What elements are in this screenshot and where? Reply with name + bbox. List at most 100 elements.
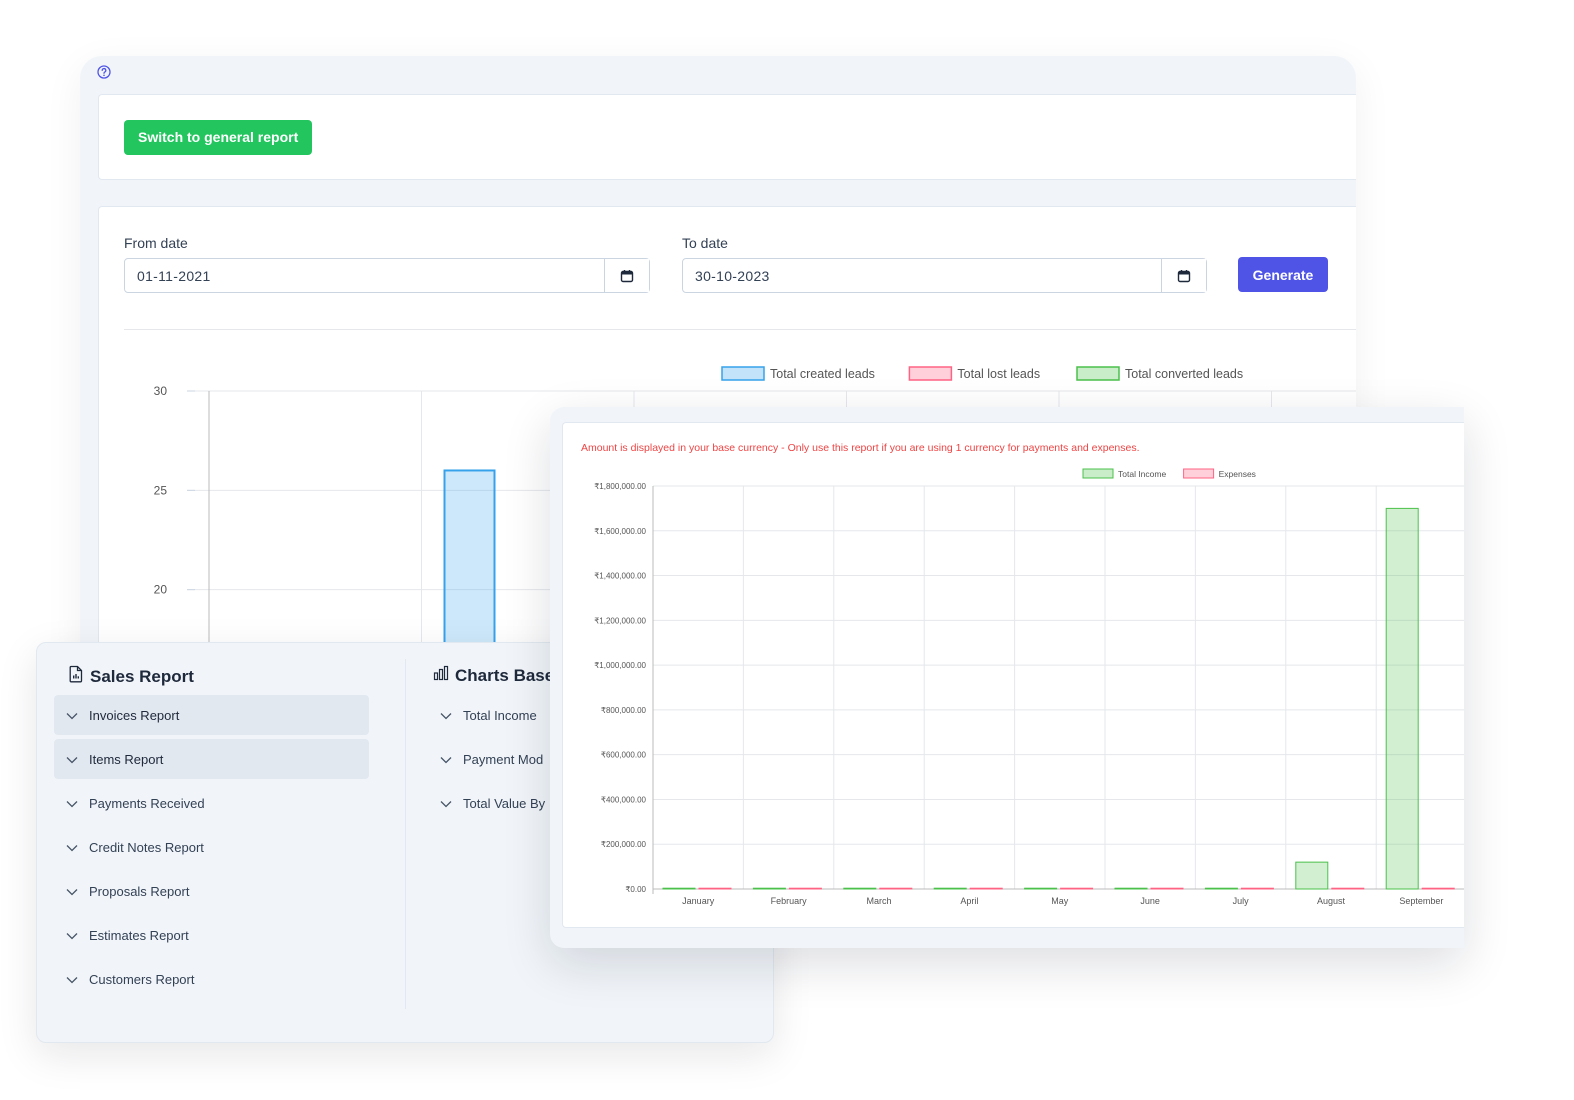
expenses-bar	[1331, 887, 1365, 890]
to-date-field	[682, 258, 1207, 293]
sales-report-item[interactable]: Invoices Report	[54, 695, 369, 735]
x-tick-label: February	[771, 896, 808, 906]
expenses-bar	[1150, 887, 1184, 890]
expenses-bar	[698, 887, 732, 890]
sales-report-item[interactable]: Credit Notes Report	[54, 827, 369, 867]
calendar-icon[interactable]	[604, 259, 649, 292]
from-date-label: From date	[124, 235, 188, 251]
expenses-bar	[1240, 887, 1274, 890]
y-tick-label: 20	[154, 583, 168, 597]
charts-based-item-label: Total Income	[463, 707, 537, 723]
x-tick-label: May	[1051, 896, 1069, 906]
income-bar	[1385, 507, 1419, 890]
chevron-down-icon	[440, 708, 452, 723]
from-date-input[interactable]	[125, 259, 604, 292]
column-divider	[405, 659, 406, 1009]
sales-report-title: Sales Report	[90, 666, 194, 686]
income-bar	[1114, 887, 1148, 890]
y-tick-label: 25	[154, 483, 168, 497]
y-tick-label: ₹1,600,000.00	[594, 527, 646, 536]
sales-report-item-label: Customers Report	[89, 971, 195, 987]
charts-based-item-label: Total Value By	[463, 795, 546, 811]
file-report-icon	[68, 665, 84, 688]
legend-label: Expenses	[1219, 469, 1256, 479]
income-bar	[843, 887, 877, 890]
legend-label: Total Income	[1118, 469, 1166, 479]
income-report-window: Amount is displayed in your base currenc…	[550, 407, 1464, 948]
income-bar	[662, 887, 696, 890]
x-tick-label: March	[866, 896, 891, 906]
y-tick-label: ₹0.00	[625, 885, 646, 894]
income-chart-card: Amount is displayed in your base currenc…	[562, 422, 1464, 928]
to-date-label: To date	[682, 235, 728, 251]
y-tick-label: ₹1,400,000.00	[594, 572, 646, 581]
x-tick-label: August	[1317, 896, 1346, 906]
charts-based-item-label: Payment Mod	[463, 751, 544, 767]
legend-swatch	[1183, 468, 1215, 479]
y-tick-label: ₹1,800,000.00	[594, 482, 646, 491]
chevron-down-icon	[66, 752, 78, 767]
sales-report-item-label: Payments Received	[89, 795, 205, 811]
sales-report-item-label: Proposals Report	[89, 883, 190, 899]
y-tick-label: ₹1,200,000.00	[594, 616, 646, 625]
sales-report-item-label: Invoices Report	[89, 707, 180, 723]
question-circle-icon[interactable]	[97, 65, 111, 79]
sales-report-item-label: Estimates Report	[89, 927, 189, 943]
sales-report-item[interactable]: Customers Report	[54, 959, 369, 999]
bar-chart-icon	[433, 665, 449, 686]
x-tick-label: April	[960, 896, 978, 906]
chevron-down-icon	[66, 708, 78, 723]
y-tick-label: ₹400,000.00	[601, 795, 647, 804]
x-tick-label: July	[1233, 896, 1250, 906]
legend-swatch	[1076, 366, 1120, 381]
chevron-down-icon	[66, 884, 78, 899]
y-tick-label: ₹200,000.00	[601, 840, 647, 849]
legend-label: Total lost leads	[957, 367, 1040, 381]
sales-report-heading: Sales Report	[68, 665, 194, 688]
expenses-bar	[879, 887, 913, 890]
legend-label: Total converted leads	[1125, 367, 1243, 381]
switch-to-general-report-button[interactable]: Switch to general report	[124, 120, 313, 155]
sales-report-item[interactable]: Proposals Report	[54, 871, 369, 911]
income-bar	[1024, 887, 1058, 890]
income-expenses-bar-chart: ₹0.00 ₹200,000.00 ₹400,000.00 ₹600,000.00 ₹8…	[594, 468, 1464, 906]
sales-report-item[interactable]: Payments Received	[54, 783, 369, 823]
income-bar	[933, 887, 967, 890]
sales-report-item[interactable]: Estimates Report	[54, 915, 369, 955]
to-date-input[interactable]	[683, 259, 1161, 292]
x-tick-label: September	[1399, 896, 1443, 906]
legend-swatch	[1082, 468, 1114, 479]
income-bar	[752, 887, 786, 890]
switch-report-card: Switch to general report	[98, 94, 1356, 180]
x-tick-label: June	[1140, 896, 1160, 906]
sales-report-item[interactable]: Items Report	[54, 739, 369, 779]
from-date-field	[124, 258, 650, 293]
sales-report-item-label: Items Report	[89, 751, 164, 767]
charts-based-heading: Charts Base	[433, 665, 554, 686]
income-bar	[1295, 861, 1329, 890]
legend-swatch	[908, 366, 953, 381]
y-tick-label: ₹600,000.00	[601, 751, 647, 760]
y-tick-label: 30	[154, 384, 168, 398]
chevron-down-icon	[66, 928, 78, 943]
calendar-icon[interactable]	[1161, 259, 1206, 292]
charts-based-title: Charts Base	[455, 665, 555, 685]
x-tick-label: January	[682, 896, 715, 906]
y-tick-label: ₹1,000,000.00	[594, 661, 646, 670]
chevron-down-icon	[66, 972, 78, 987]
chevron-down-icon	[440, 796, 452, 811]
expenses-bar	[969, 887, 1003, 890]
y-tick-label: ₹800,000.00	[601, 706, 647, 715]
chevron-down-icon	[66, 796, 78, 811]
sales-report-item-label: Credit Notes Report	[89, 839, 204, 855]
divider	[124, 329, 1356, 330]
expenses-bar	[788, 887, 822, 890]
chevron-down-icon	[440, 752, 452, 767]
legend-swatch	[721, 366, 765, 381]
expenses-bar	[1060, 887, 1094, 890]
income-bar	[1204, 887, 1238, 890]
chevron-down-icon	[66, 840, 78, 855]
expenses-bar	[1421, 887, 1455, 890]
generate-button[interactable]: Generate	[1238, 257, 1328, 292]
legend-label: Total created leads	[770, 367, 875, 381]
